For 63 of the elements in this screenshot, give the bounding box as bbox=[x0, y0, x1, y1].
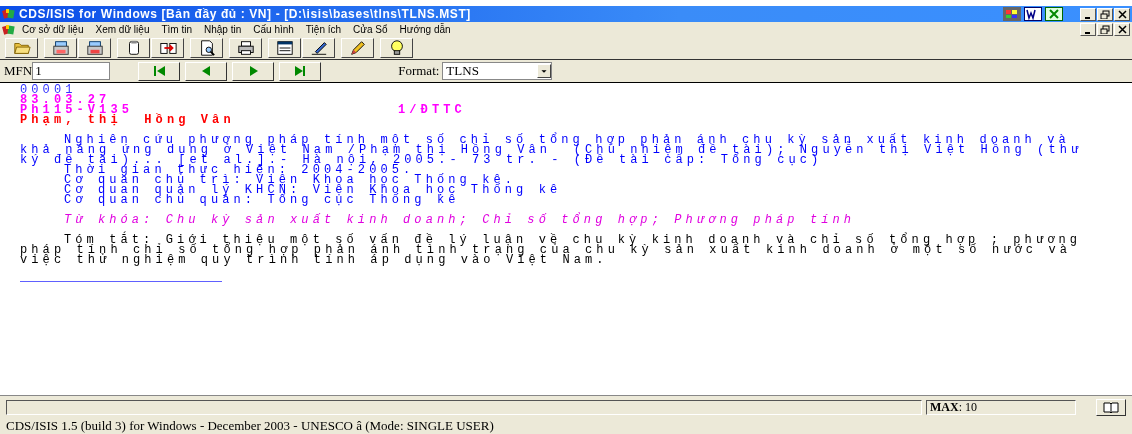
format-label: Format: bbox=[398, 63, 440, 79]
copy-button[interactable] bbox=[151, 38, 184, 58]
menu-item[interactable]: Tìm tin bbox=[155, 24, 198, 35]
restore-icon bbox=[1100, 25, 1110, 34]
close-icon bbox=[1118, 25, 1127, 34]
footer-text: CDS/ISIS 1.5 (build 3) for Windows - December 2003 - UNESCO â (Mode: SINGLE USER) bbox=[0, 418, 1132, 434]
pencil-icon bbox=[348, 39, 367, 57]
close-icon bbox=[1118, 9, 1127, 19]
form-icon bbox=[275, 39, 294, 57]
books-icon bbox=[2, 23, 16, 36]
last-record-button[interactable] bbox=[279, 61, 322, 81]
record-line: 83.03.27 bbox=[20, 95, 111, 105]
book-button[interactable] bbox=[1096, 398, 1126, 416]
close-button[interactable] bbox=[1114, 23, 1130, 36]
printer-stack-icon bbox=[51, 39, 70, 57]
book-icon bbox=[1103, 401, 1119, 413]
pencil-button[interactable] bbox=[341, 38, 374, 58]
pen-button[interactable] bbox=[302, 38, 335, 58]
previous-record-button[interactable] bbox=[185, 61, 228, 81]
record-line: Phạm, thị Hồng Vân bbox=[20, 115, 236, 125]
folder-button[interactable] bbox=[5, 38, 38, 58]
first-record-button[interactable] bbox=[138, 61, 181, 81]
record-line: Thời gian thực hiện: 2004-2005. bbox=[63, 165, 415, 175]
menu-item[interactable]: Hướng dẫn bbox=[393, 24, 457, 35]
printer-button[interactable] bbox=[229, 38, 262, 58]
printer-stack-icon bbox=[85, 39, 104, 57]
minimize-icon bbox=[1084, 16, 1091, 19]
next-record-button[interactable] bbox=[232, 61, 275, 81]
format-dropdown[interactable]: TLNS bbox=[442, 62, 553, 80]
menu-item[interactable]: Cấu hình bbox=[247, 24, 300, 35]
max-records-text: MAX: 10 bbox=[926, 399, 1076, 415]
pen-icon bbox=[309, 39, 328, 57]
form-button[interactable] bbox=[268, 38, 301, 58]
spreadsheet-icon[interactable] bbox=[1045, 7, 1063, 21]
menu-item[interactable]: Tiện ích bbox=[299, 24, 348, 35]
menu-item[interactable]: Cửa Sổ bbox=[347, 24, 394, 35]
printer-stack-button[interactable] bbox=[78, 38, 111, 58]
record-code: 1/ĐTTC bbox=[398, 105, 466, 115]
clipboard-button[interactable] bbox=[117, 38, 150, 58]
menu-item[interactable]: Xem dữ liệu bbox=[89, 24, 156, 35]
record-line: việc thử nghiệm quy trình tính áp dụng vào Việt Nam. bbox=[20, 255, 609, 265]
menu-item[interactable]: Nhập tin bbox=[198, 24, 248, 35]
lightbulb-button[interactable] bbox=[380, 38, 413, 58]
minimize-button[interactable] bbox=[1080, 7, 1096, 21]
record-line: 00001 bbox=[20, 85, 77, 95]
window-title: CDS/ISIS for Windows [Bản đầy đủ : VN] - [D:\isis\bases\tlns\TLNS.MST] bbox=[19, 7, 472, 21]
restore-icon bbox=[1100, 10, 1110, 19]
printer-icon bbox=[236, 39, 255, 57]
preview-button[interactable] bbox=[190, 38, 223, 58]
mfn-field[interactable]: 1 bbox=[32, 62, 111, 80]
minimize-button[interactable] bbox=[1080, 23, 1096, 36]
printer-stack-button[interactable] bbox=[44, 38, 77, 58]
minimize-icon bbox=[1084, 32, 1091, 34]
restore-button[interactable] bbox=[1097, 7, 1113, 21]
close-button[interactable] bbox=[1114, 7, 1130, 21]
restore-button[interactable] bbox=[1097, 23, 1113, 36]
record-line: Ph115-V135 bbox=[20, 105, 134, 115]
arrow-to-bar-icon bbox=[151, 63, 168, 79]
books-icon bbox=[2, 8, 16, 20]
word-icon[interactable] bbox=[1024, 7, 1042, 21]
mfn-label: MFN bbox=[4, 63, 33, 79]
caret-icon bbox=[537, 64, 552, 78]
menu-item[interactable]: Cơ sở dữ liệu bbox=[16, 24, 90, 35]
